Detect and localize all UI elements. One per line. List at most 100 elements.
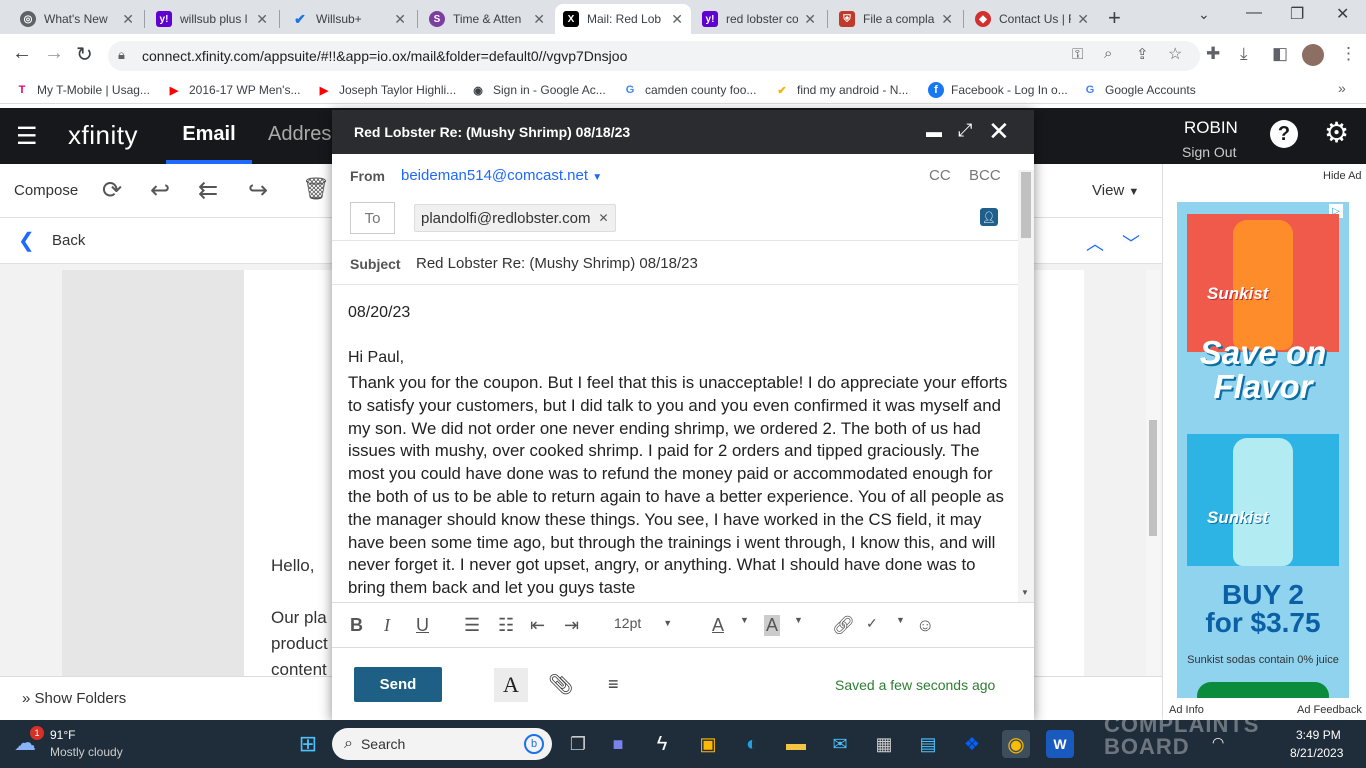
close-tab-icon[interactable]: ✕	[941, 11, 953, 28]
sunkist-ad[interactable]: ▷ Sunkist Save on Flavor Sunkist BUY 2 f…	[1177, 202, 1349, 698]
indent-icon[interactable]: ⇥	[564, 615, 579, 636]
bookmark-item[interactable]: ◉ Sign in - Google Ac...	[470, 81, 606, 99]
cc-button[interactable]: CC	[929, 167, 951, 184]
expand-compose-icon[interactable]: ⤢	[958, 120, 972, 141]
bookmark-item[interactable]: G Google Accounts	[1082, 81, 1196, 99]
bookmark-item[interactable]: ▶ Joseph Taylor Highli...	[316, 81, 456, 99]
browser-tab[interactable]: y! red lobster co ✕	[694, 4, 824, 34]
sign-out-link[interactable]: Sign Out	[1182, 144, 1236, 160]
link-icon[interactable]: 🔗︎	[832, 615, 855, 636]
edge-icon[interactable]: ◐	[738, 730, 766, 758]
download-icon[interactable]: ⤓	[1240, 44, 1248, 64]
tab-search-icon[interactable]: ⌄	[1198, 6, 1210, 23]
minimize-compose-icon[interactable]: ▬	[926, 124, 942, 142]
bookmark-star-icon[interactable]: ☆	[1168, 44, 1182, 64]
new-tab-icon[interactable]: +	[1108, 5, 1121, 31]
bold-icon[interactable]: B	[350, 615, 363, 636]
close-tab-icon[interactable]: ✕	[804, 11, 816, 28]
word-icon[interactable]: W	[1046, 730, 1074, 758]
mail-icon[interactable]: ✉	[826, 730, 854, 758]
caret-down-icon[interactable]: ▼	[740, 615, 749, 625]
ad-cta-button[interactable]	[1197, 682, 1329, 698]
message-body-editor[interactable]: 08/20/23 Hi Paul, Thank you for the coup…	[332, 286, 1018, 600]
emoji-icon[interactable]: ☺	[916, 615, 934, 636]
close-tab-icon[interactable]: ✕	[394, 11, 406, 28]
text-format-icon[interactable]: A	[494, 668, 528, 702]
refresh-icon[interactable]: ⟳	[102, 176, 122, 205]
forward-arrow-icon[interactable]: →	[44, 42, 64, 65]
profile-avatar[interactable]	[1302, 44, 1324, 66]
taskbar-search[interactable]: ⌕ Search b	[332, 728, 552, 760]
bookmark-item[interactable]: ✔ find my android - N...	[774, 81, 908, 99]
scrollbar-thumb[interactable]	[1149, 420, 1157, 536]
back-arrow-icon[interactable]: ←	[12, 42, 32, 65]
italic-icon[interactable]: I	[384, 615, 390, 636]
more-bookmarks-icon[interactable]: »	[1338, 80, 1346, 96]
extensions-icon[interactable]: ✚	[1206, 44, 1220, 64]
caret-down-icon[interactable]: ▼	[794, 615, 803, 625]
address-bar[interactable]: 🔒︎ connect.xfinity.com/appsuite/#!!&app=…	[108, 41, 1200, 71]
hide-ad-link[interactable]: Hide Ad	[1323, 170, 1362, 182]
zoom-icon[interactable]: ⌕	[1104, 45, 1112, 62]
attachment-icon[interactable]: 📎︎	[548, 672, 573, 697]
browser-tab[interactable]: S Time & Atten ✕	[421, 4, 553, 34]
compose-button[interactable]: Compose	[14, 182, 78, 199]
numbered-list-icon[interactable]: ☷	[498, 615, 514, 636]
reply-all-icon[interactable]: ⇇	[198, 176, 218, 205]
reload-icon[interactable]: ↻	[76, 42, 93, 67]
minimize-icon[interactable]: —	[1246, 4, 1262, 22]
send-button[interactable]: Send	[354, 667, 442, 702]
ad-feedback-link[interactable]: Ad Feedback	[1297, 704, 1362, 716]
close-tab-icon[interactable]: ✕	[1077, 11, 1089, 28]
subject-input[interactable]: Red Lobster Re: (Mushy Shrimp) 08/18/23	[416, 255, 698, 272]
side-panel-icon[interactable]: ◧	[1272, 44, 1288, 64]
dropbox-icon[interactable]: ❖	[958, 730, 986, 758]
address-book-icon[interactable]: 👤︎	[980, 208, 998, 226]
underline-icon[interactable]: U	[416, 615, 429, 636]
spellcheck-icon[interactable]: ✓	[866, 615, 878, 632]
bookmark-item[interactable]: ▶ 2016-17 WP Men's...	[166, 81, 301, 99]
clock-date[interactable]: 8/21/2023	[1290, 746, 1343, 760]
teams-icon[interactable]: ■	[604, 730, 632, 758]
wifi-icon[interactable]: ◠	[1212, 734, 1224, 751]
outdent-icon[interactable]: ⇤	[530, 615, 545, 636]
browser-tab[interactable]: ◎ What's New ✕	[12, 4, 142, 34]
bookmark-item[interactable]: Gcamden county foo...	[622, 81, 757, 99]
back-link[interactable]: Back	[52, 232, 85, 249]
close-window-icon[interactable]: ✕	[1336, 4, 1349, 24]
close-compose-icon[interactable]: ✕	[988, 116, 1010, 147]
font-size-select[interactable]: 12pt ▼	[614, 615, 672, 631]
bullet-list-icon[interactable]: ☰	[464, 615, 480, 636]
nav-email[interactable]: Email	[166, 108, 252, 164]
background-color-icon[interactable]: A	[764, 615, 781, 636]
bookmark-item[interactable]: T My T-Mobile | Usag...	[14, 81, 150, 99]
scroll-down-icon[interactable]: ▼	[1021, 588, 1029, 597]
show-folders-toggle[interactable]: » Show Folders	[22, 690, 126, 707]
help-icon[interactable]: ?	[1270, 120, 1298, 148]
font-color-icon[interactable]: A	[712, 615, 724, 636]
browser-tab[interactable]: ◆ Contact Us | F ✕	[967, 4, 1097, 34]
file-explorer-icon[interactable]: ▬	[782, 730, 810, 758]
close-tab-icon[interactable]: ✕	[122, 11, 134, 28]
settings-gear-icon[interactable]: ⚙	[1324, 116, 1349, 149]
to-button[interactable]: To	[350, 202, 395, 234]
trash-icon[interactable]: 🗑︎	[302, 176, 330, 202]
more-options-icon[interactable]: ≡	[608, 674, 619, 695]
compose-scrollbar[interactable]: ▼	[1018, 170, 1034, 602]
store-icon[interactable]: ▣	[694, 730, 722, 758]
browser-tab[interactable]: y! willsub plus l ✕	[148, 4, 276, 34]
close-tab-icon[interactable]: ✕	[533, 11, 545, 28]
windows-start-icon[interactable]: ⊞	[294, 730, 322, 758]
menu-dots-icon[interactable]: ⋮	[1340, 44, 1357, 64]
xfinity-logo[interactable]: xfinity	[68, 120, 138, 151]
reply-icon[interactable]: ↩	[150, 176, 170, 205]
forward-icon[interactable]: ↪	[248, 176, 268, 205]
nav-address-book[interactable]: Addres	[268, 123, 331, 146]
close-tab-icon[interactable]: ✕	[671, 11, 683, 28]
reading-scrollbar[interactable]	[1146, 270, 1160, 676]
caret-down-icon[interactable]: ▼	[896, 615, 905, 625]
restore-icon[interactable]: ❐	[1290, 4, 1304, 24]
recipient-token[interactable]: plandolfi@redlobster.com ✕	[414, 204, 616, 232]
view-dropdown[interactable]: View ▼	[1092, 182, 1139, 199]
previous-message-icon[interactable]: ︿	[1086, 230, 1104, 256]
